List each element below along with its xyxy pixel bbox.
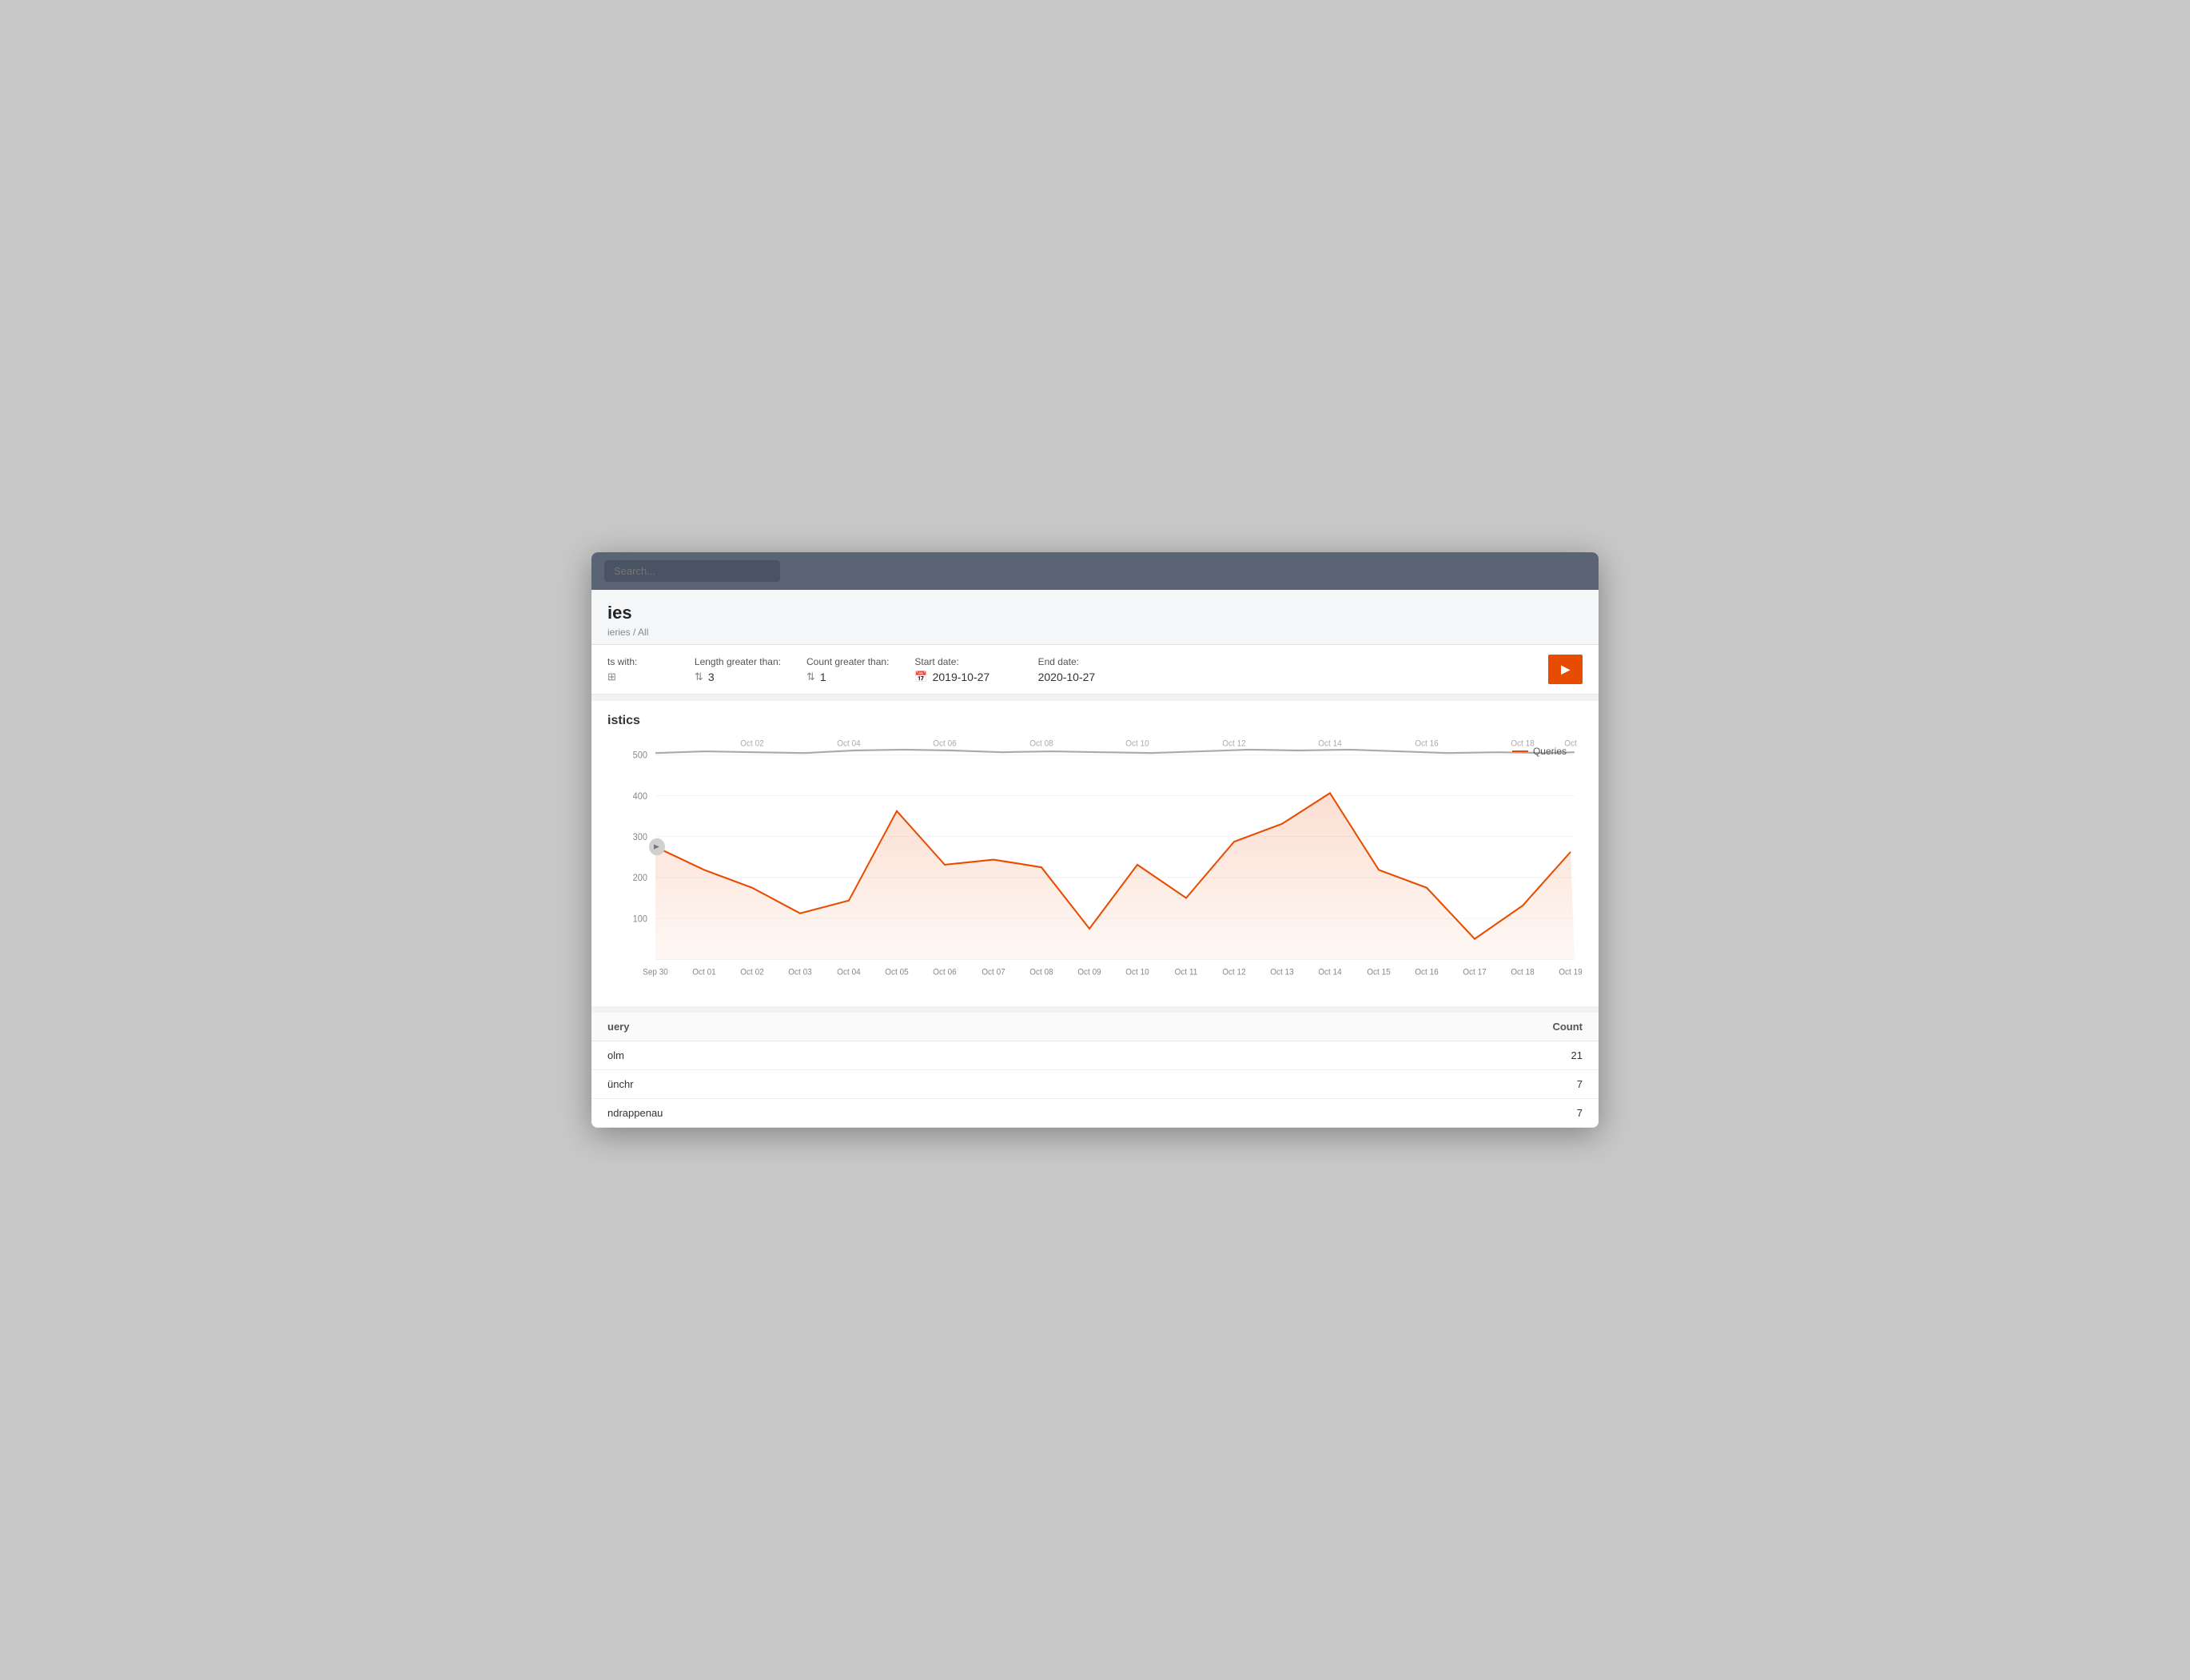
svg-text:Oct 06: Oct 06 — [933, 968, 957, 977]
filter-starts-with: ts with: ⊞ — [607, 656, 669, 683]
start-date-input[interactable] — [933, 671, 1013, 683]
svg-text:Oct 04: Oct 04 — [837, 968, 861, 977]
svg-text:Oct 19: Oct 19 — [1559, 968, 1583, 977]
svg-text:Oct 15: Oct 15 — [1367, 968, 1391, 977]
starts-with-input[interactable] — [621, 671, 669, 683]
chart-svg: 500 400 300 200 100 — [607, 738, 1583, 993]
svg-text:300: 300 — [633, 833, 647, 842]
svg-text:Oct 18: Oct 18 — [1511, 968, 1535, 977]
count-input[interactable] — [820, 671, 868, 683]
svg-text:Oct 14: Oct 14 — [1318, 968, 1342, 977]
filter-count: Count greater than: ⇅ — [806, 656, 889, 683]
col-query-header: uery — [591, 1013, 1181, 1041]
table-section: uery Count olm 21 ünchr 7 ndrappenau 7 — [591, 1013, 1599, 1128]
length-value-row: ⇅ — [695, 671, 781, 683]
svg-text:Oct 10: Oct 10 — [1125, 968, 1149, 977]
starts-with-value-row: ⊞ — [607, 671, 669, 683]
svg-text:Oct 04: Oct 04 — [837, 739, 861, 748]
svg-text:500: 500 — [633, 750, 647, 760]
filter-icon: ⊞ — [607, 671, 616, 683]
svg-text:Oct 17: Oct 17 — [1463, 968, 1487, 977]
count-cell: 21 — [1181, 1041, 1599, 1070]
svg-text:Oct 14: Oct 14 — [1318, 739, 1342, 748]
top-grey-line — [655, 750, 1575, 753]
section-divider-1 — [591, 695, 1599, 701]
svg-text:Oct 13: Oct 13 — [1270, 968, 1294, 977]
top-bar — [591, 552, 1599, 590]
table-row: ünchr 7 — [591, 1070, 1599, 1099]
svg-text:Oct 06: Oct 06 — [933, 739, 957, 748]
chart-legend: Queries — [1512, 746, 1567, 757]
start-date-label: Start date: — [914, 656, 1012, 667]
filter-length: Length greater than: ⇅ — [695, 656, 781, 683]
count-cell: 7 — [1181, 1070, 1599, 1099]
svg-text:200: 200 — [633, 874, 647, 883]
svg-text:Oct 07: Oct 07 — [982, 968, 1005, 977]
query-cell: olm — [591, 1041, 1181, 1070]
svg-text:Oct 03: Oct 03 — [788, 968, 812, 977]
filter-end-date: End date: — [1038, 656, 1118, 683]
page-title: ies — [607, 603, 1583, 623]
svg-text:Oct 16: Oct 16 — [1415, 739, 1439, 748]
breadcrumb-current: All — [638, 627, 648, 638]
statistics-title: istics — [607, 714, 1583, 728]
apply-button[interactable]: ▶ — [1548, 655, 1583, 684]
queries-table: uery Count olm 21 ünchr 7 ndrappenau 7 — [591, 1013, 1599, 1128]
starts-with-label: ts with: — [607, 656, 669, 667]
count-label: Count greater than: — [806, 656, 889, 667]
end-date-label: End date: — [1038, 656, 1118, 667]
svg-text:Oct 02: Oct 02 — [740, 739, 764, 748]
filter-start-date: Start date: 📅 — [914, 656, 1012, 683]
query-cell: ndrappenau — [591, 1099, 1181, 1128]
svg-text:Oct 02: Oct 02 — [740, 968, 764, 977]
svg-text:400: 400 — [633, 792, 647, 802]
svg-text:Oct 12: Oct 12 — [1222, 739, 1246, 748]
svg-text:100: 100 — [633, 914, 647, 924]
svg-text:Oct 12: Oct 12 — [1222, 968, 1246, 977]
svg-text:Oct 08: Oct 08 — [1029, 739, 1053, 748]
search-input[interactable] — [604, 560, 780, 582]
svg-text:Oct 05: Oct 05 — [885, 968, 909, 977]
section-divider-2 — [591, 1006, 1599, 1013]
table-row: olm 21 — [591, 1041, 1599, 1070]
svg-text:Oct 09: Oct 09 — [1077, 968, 1101, 977]
svg-text:Oct 01: Oct 01 — [692, 968, 716, 977]
breadcrumb: ieries / All — [607, 627, 1583, 638]
start-date-cal-icon: 📅 — [914, 671, 927, 683]
svg-text:Oct 16: Oct 16 — [1415, 968, 1439, 977]
statistics-section: istics Queries 500 400 300 200 100 — [591, 701, 1599, 1006]
svg-text:Oct 11: Oct 11 — [1175, 968, 1198, 977]
svg-text:Sep 30: Sep 30 — [643, 968, 668, 977]
filters-bar: ts with: ⊞ Length greater than: ⇅ Count … — [591, 645, 1599, 695]
breadcrumb-parent: ieries — [607, 627, 631, 638]
end-date-value-row — [1038, 671, 1118, 683]
count-value-row: ⇅ — [806, 671, 889, 683]
count-spinner-icon: ⇅ — [806, 671, 815, 683]
svg-text:Oct 08: Oct 08 — [1029, 968, 1053, 977]
breadcrumb-sep: / — [633, 627, 635, 638]
svg-text:Oct 10: Oct 10 — [1125, 739, 1149, 748]
length-spinner-icon: ⇅ — [695, 671, 703, 683]
legend-line-queries — [1512, 750, 1528, 752]
end-date-input[interactable] — [1038, 671, 1118, 683]
table-header-row: uery Count — [591, 1013, 1599, 1041]
browser-window: ies ieries / All ts with: ⊞ Length great… — [591, 552, 1599, 1128]
table-row: ndrappenau 7 — [591, 1099, 1599, 1128]
page-header: ies ieries / All — [591, 590, 1599, 645]
count-cell: 7 — [1181, 1099, 1599, 1128]
start-date-value-row: 📅 — [914, 671, 1012, 683]
query-cell: ünchr — [591, 1070, 1181, 1099]
length-input[interactable] — [708, 671, 756, 683]
queries-area — [655, 793, 1575, 959]
legend-label-queries: Queries — [1533, 746, 1567, 757]
col-count-header: Count — [1181, 1013, 1599, 1041]
chart-container: Queries 500 400 300 200 100 — [607, 738, 1583, 993]
length-label: Length greater than: — [695, 656, 781, 667]
